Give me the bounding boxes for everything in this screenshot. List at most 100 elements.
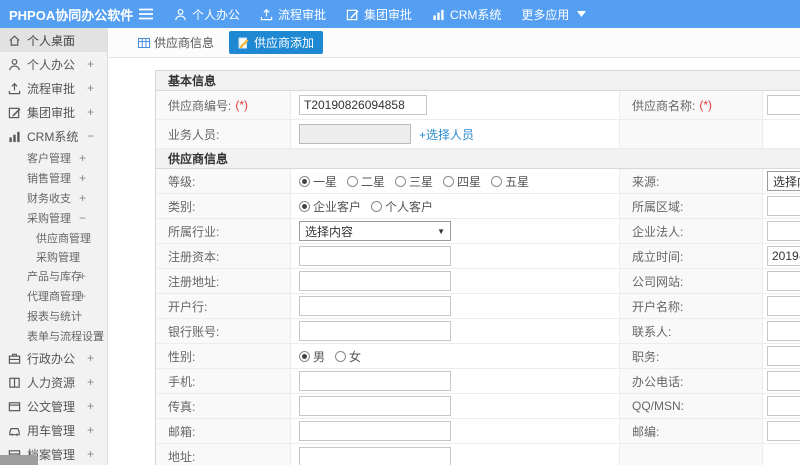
gender-option[interactable]: 女	[335, 348, 361, 365]
position-field[interactable]	[767, 346, 800, 366]
source-select[interactable]: 选择内容▼	[767, 171, 800, 191]
form-row: 供应商编号:(*)供应商名称:(*)	[156, 91, 800, 120]
expander-icon[interactable]: −	[79, 211, 86, 225]
field-cell	[763, 319, 800, 343]
registered-address-field[interactable]	[299, 271, 451, 291]
industry-select[interactable]: 选择内容 ▼	[299, 221, 451, 241]
expander-icon[interactable]: +	[87, 81, 94, 95]
topbar-nav: 个人办公 流程审批 集团审批 CRM系统 更多应用	[174, 6, 606, 23]
sidebar-item-group-approval[interactable]: 集团审批 +	[0, 100, 107, 124]
expander-icon[interactable]: +	[87, 375, 94, 389]
tab-supplier-add[interactable]: 供应商添加	[229, 31, 324, 54]
expander-icon[interactable]: +	[97, 329, 104, 343]
sidebar-item-customer-management[interactable]: 客户管理 +	[0, 148, 107, 168]
fax-field[interactable]	[299, 396, 451, 416]
bank-account-field[interactable]	[299, 321, 451, 341]
sidebar-item-label: 表单与流程设置	[27, 331, 104, 343]
tab-supplier-info[interactable]: 供应商信息	[132, 31, 220, 54]
radio-label: 女	[349, 349, 362, 364]
field-label: 注册地址:	[156, 269, 291, 293]
nav-item-more-apps[interactable]: 更多应用	[521, 6, 587, 23]
established-time-field[interactable]	[767, 246, 800, 266]
field-label-text: QQ/MSN:	[632, 399, 685, 413]
sidebar-item-reports-statistics[interactable]: 报表与统计	[0, 306, 107, 326]
office-phone-field[interactable]	[767, 371, 800, 391]
menu-toggle-icon[interactable]	[138, 7, 154, 21]
expander-icon[interactable]: +	[79, 289, 86, 303]
field-label: 开户行:	[156, 294, 291, 318]
radio-icon	[347, 175, 359, 187]
expander-icon[interactable]: +	[87, 105, 94, 119]
bank-branch-field[interactable]	[299, 296, 451, 316]
postal-code-field[interactable]	[767, 421, 800, 441]
sidebar-item-vehicle-management[interactable]: 用车管理 +	[0, 418, 107, 442]
nav-item-workflow-approval[interactable]: 流程审批	[260, 6, 326, 23]
expander-icon[interactable]: +	[87, 423, 94, 437]
expander-icon[interactable]: +	[79, 151, 86, 165]
choose-personnel-link[interactable]: +选择人员	[419, 126, 474, 143]
qq-msn-field[interactable]	[767, 396, 800, 416]
field-cell	[763, 91, 800, 119]
sidebar-item-workflow-approval[interactable]: 流程审批 +	[0, 76, 107, 100]
field-label-text: 地址:	[168, 450, 196, 464]
registered-capital-field[interactable]	[299, 246, 451, 266]
expander-icon[interactable]: +	[87, 399, 94, 413]
expander-icon[interactable]: +	[79, 269, 86, 283]
region-field[interactable]	[767, 196, 800, 216]
gender-option[interactable]: 男	[299, 348, 325, 365]
contact-person-field[interactable]	[767, 321, 800, 341]
sidebar-item-agent-management[interactable]: 代理商管理 +	[0, 286, 107, 306]
field-label-text: 开户名称:	[632, 299, 684, 314]
sidebar-item-label: 客户管理	[27, 153, 71, 165]
sidebar-item-administrative-office[interactable]: 行政办公 +	[0, 346, 107, 370]
supplier-name-field[interactable]	[767, 95, 800, 115]
sidebar-item-form-workflow-settings[interactable]: 表单与流程设置 +	[0, 326, 107, 346]
expander-icon[interactable]: +	[79, 171, 86, 185]
required-mark: (*)	[699, 98, 713, 112]
field-cell	[291, 319, 620, 343]
sidebar-item-product-inventory[interactable]: 产品与库存 +	[0, 266, 107, 286]
nav-item-group-approval[interactable]: 集团审批	[346, 6, 412, 23]
sidebar-item-purchase-management[interactable]: 采购管理 −	[0, 208, 107, 228]
section-title: 基本信息	[156, 71, 800, 91]
sidebar-item-document-management[interactable]: 公文管理 +	[0, 394, 107, 418]
level-option[interactable]: 五星	[491, 173, 529, 190]
level-radio-group: 一星 二星 三星 四星 五星	[299, 173, 539, 190]
level-option[interactable]: 二星	[347, 173, 385, 190]
sidebar-item-finance-income-expense[interactable]: 财务收支 +	[0, 188, 107, 208]
nav-item-crm-system[interactable]: CRM系统	[432, 6, 501, 23]
expander-icon[interactable]: +	[87, 57, 94, 71]
level-option[interactable]: 三星	[395, 173, 433, 190]
radio-icon	[395, 175, 407, 187]
company-website-field[interactable]	[767, 271, 800, 291]
sidebar-item-procurement-management[interactable]: 采购管理	[0, 247, 107, 266]
expander-icon[interactable]: +	[79, 191, 86, 205]
nav-item-personal-office[interactable]: 个人办公	[174, 6, 240, 23]
email-field[interactable]	[299, 421, 451, 441]
expander-icon[interactable]: +	[87, 447, 94, 461]
sidebar-item-human-resources[interactable]: 人力资源 +	[0, 370, 107, 394]
supplier-code-field[interactable]	[299, 95, 427, 115]
expander-icon[interactable]: −	[87, 129, 94, 143]
sidebar-item-crm-system[interactable]: CRM系统 −	[0, 124, 107, 148]
nav-item-label: 流程审批	[278, 7, 327, 22]
level-option[interactable]: 一星	[299, 173, 337, 190]
category-option[interactable]: 个人客户	[371, 198, 433, 215]
sidebar-item-personal-desktop[interactable]: 个人桌面	[0, 28, 107, 52]
field-label-text: 类别:	[168, 199, 196, 214]
form-row: 所属行业: 选择内容 ▼ 企业法人:	[156, 219, 800, 244]
legal-person-field[interactable]	[767, 221, 800, 241]
field-label-text: 所属行业:	[168, 224, 220, 239]
level-option[interactable]: 四星	[443, 173, 481, 190]
sidebar-item-personal-office[interactable]: 个人办公 +	[0, 52, 107, 76]
account-name-field[interactable]	[767, 296, 800, 316]
field-label-text: 等级:	[168, 174, 196, 189]
address-field[interactable]	[299, 446, 451, 465]
sidebar-item-sales-management[interactable]: 销售管理 +	[0, 168, 107, 188]
sidebar-item-supplier-management[interactable]: 供应商管理	[0, 228, 107, 247]
category-option[interactable]: 企业客户	[299, 198, 361, 215]
mobile-field[interactable]	[299, 371, 451, 391]
field-cell	[291, 444, 620, 465]
expander-icon[interactable]: +	[87, 351, 94, 365]
business-personnel-field[interactable]	[299, 124, 411, 144]
